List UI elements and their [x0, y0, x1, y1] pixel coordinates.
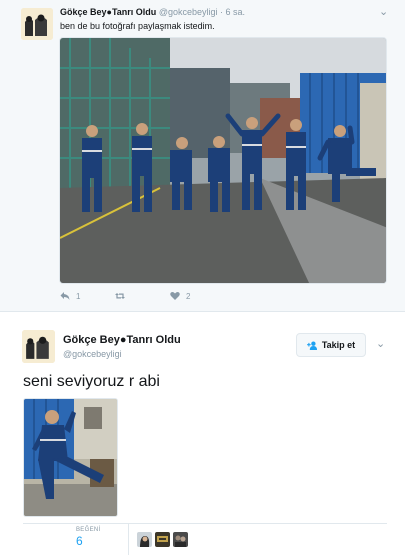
tweet-header: Gökçe Bey●Tanrı Oldu @gokcebeyligi · 6 s…	[60, 7, 245, 17]
likers-avatars	[137, 532, 188, 547]
follow-label: Takip et	[321, 340, 356, 350]
add-user-icon	[306, 341, 317, 350]
separator: ·	[220, 7, 223, 17]
likes-label: BEĞENİ	[76, 527, 101, 533]
reply-action[interactable]: 1	[60, 291, 115, 301]
likes-stat[interactable]: BEĞENİ 6	[23, 524, 129, 555]
group-photo	[60, 38, 386, 283]
like-count: 2	[186, 291, 191, 301]
retweet-icon	[115, 293, 125, 299]
parent-tweet[interactable]: Gökçe Bey●Tanrı Oldu @gokcebeyligi · 6 s…	[0, 0, 405, 312]
liker-avatar[interactable]	[137, 532, 152, 547]
tweet-photo[interactable]	[59, 37, 387, 284]
liker-avatar[interactable]	[173, 532, 188, 547]
chevron-down-icon[interactable]: ⌄	[379, 5, 388, 18]
timestamp[interactable]: 6 sa.	[226, 7, 246, 17]
tweet-photo[interactable]	[23, 398, 118, 517]
avatar-image	[22, 330, 55, 363]
avatar[interactable]	[21, 8, 53, 40]
retweet-action[interactable]	[115, 291, 170, 301]
tweet-text: ben de bu fotoğrafı paylaşmak istedim.	[60, 21, 215, 31]
follow-button[interactable]: Takip et	[296, 333, 366, 357]
likes-value: 6	[76, 534, 83, 548]
like-action[interactable]: 2	[170, 291, 225, 301]
author-name[interactable]: Gökçe Bey●Tanrı Oldu	[60, 7, 156, 17]
chevron-down-icon[interactable]: ⌄	[376, 337, 385, 350]
reply-icon	[60, 292, 70, 300]
heart-icon	[170, 291, 180, 300]
tweet-actions: 1 2	[60, 291, 225, 301]
reply-count: 1	[76, 291, 81, 301]
liker-avatar[interactable]	[155, 532, 170, 547]
author-name[interactable]: Gökçe Bey●Tanrı Oldu	[63, 334, 181, 346]
tweet-text: seni seviyoruz r abi	[23, 373, 160, 390]
avatar[interactable]	[22, 330, 55, 363]
tweet-stats: BEĞENİ 6	[23, 524, 387, 555]
author-handle[interactable]: @gokcebeyligi	[63, 349, 122, 359]
worker-photo	[24, 399, 117, 516]
main-tweet: Gökçe Bey●Tanrı Oldu @gokcebeyligi Takip…	[0, 312, 405, 555]
author-handle[interactable]: @gokcebeyligi	[159, 7, 218, 17]
avatar-image	[21, 8, 53, 40]
